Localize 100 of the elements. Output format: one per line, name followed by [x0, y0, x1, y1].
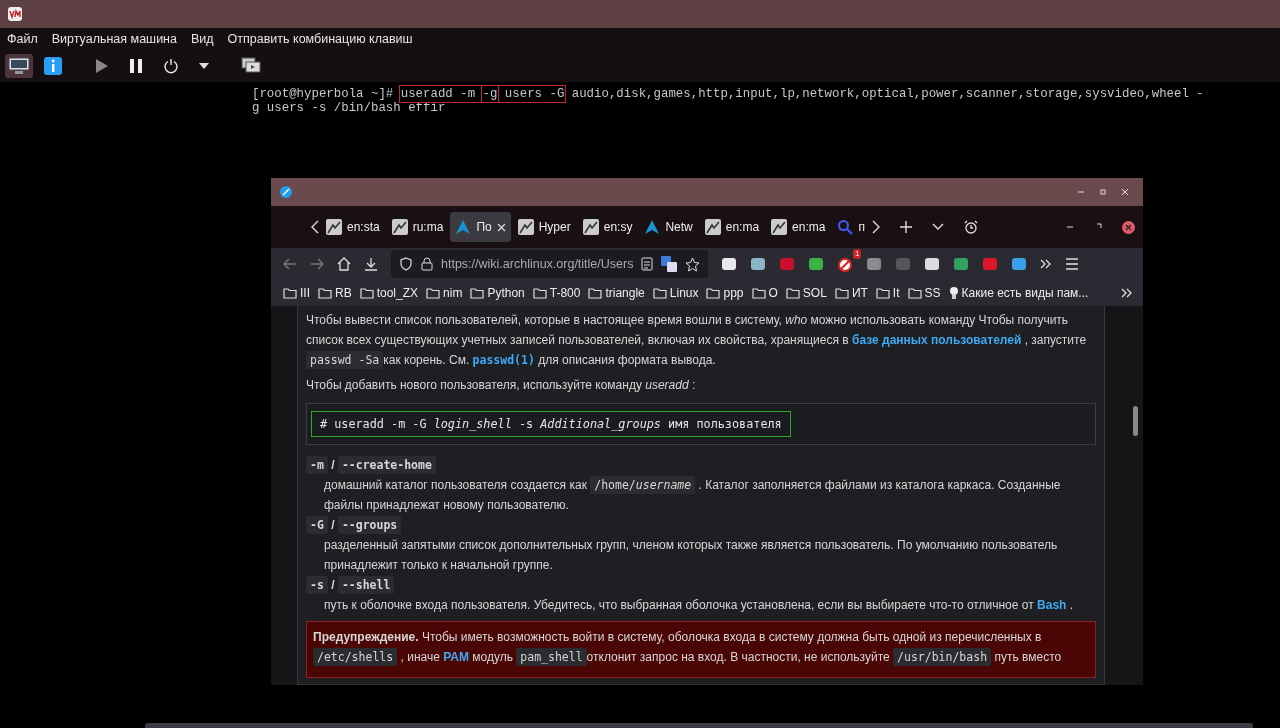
- app-logo-icon: [8, 7, 22, 21]
- minimize-icon[interactable]: [1077, 188, 1085, 196]
- page-icon: [771, 219, 788, 235]
- link[interactable]: passwd(1): [472, 353, 535, 367]
- terminal-text: audio,disk,games,http,input,lp,network,optical,power,scanner,storage,sysvideo,wheel -: [570, 87, 1204, 101]
- bookmark[interactable]: III: [283, 286, 310, 300]
- caret-icon[interactable]: [199, 63, 209, 69]
- inline-code: -m: [306, 456, 328, 474]
- minimize-icon[interactable]: [1066, 223, 1074, 231]
- browser-tab[interactable]: en:sta: [321, 212, 385, 242]
- link[interactable]: Bash: [1037, 598, 1067, 612]
- scrollbar[interactable]: [145, 723, 1253, 728]
- terminal-text: useradd -m: [400, 87, 477, 101]
- bookmark[interactable]: O: [751, 286, 778, 300]
- bookmark[interactable]: ppp: [706, 286, 744, 300]
- download-icon[interactable]: [364, 257, 378, 271]
- folder-icon: [318, 287, 332, 299]
- folder-icon: [426, 287, 441, 299]
- warning-text: Предупреждение. Чтобы иметь возможность войти в систему, оболочка входа в систему должна быть одной из перечисленных в /etc/shells , иначе PAM модуль pam_shell отклонит запрос на вход. В частности, не используйте /usr/bin/bash путь вместо: [313, 629, 1063, 667]
- bookmark[interactable]: Python: [470, 286, 525, 300]
- scrollbar[interactable]: [1133, 406, 1138, 436]
- terminal-text: users -G: [503, 87, 565, 101]
- restore-icon[interactable]: [1094, 223, 1102, 231]
- browser-tab[interactable]: en:sy: [577, 212, 638, 242]
- highlighted-command: # useradd -m -G login_shell -s Additional_groups имя пользователя: [311, 411, 791, 437]
- highlighted-option: -g: [482, 87, 498, 101]
- folder-icon: [283, 287, 297, 299]
- console-view-button[interactable]: [5, 54, 33, 78]
- monitor-icon: [8, 57, 30, 75]
- bookmark[interactable]: RB: [318, 286, 352, 300]
- menu-item[interactable]: Виртуальная машина: [51, 32, 177, 46]
- close-icon[interactable]: [496, 222, 506, 232]
- browser-tab[interactable]: Hyper: [512, 212, 576, 242]
- bookmark[interactable]: tool_ZX: [359, 286, 419, 300]
- terminal-text: [root@hyperbola ~]#: [252, 87, 395, 101]
- menu-item[interactable]: Отправить комбинацию клавиш: [227, 32, 413, 46]
- option-term: -G / --groups: [306, 515, 1096, 535]
- triangle-icon: [455, 219, 472, 235]
- option-term: -m / --create-home: [306, 455, 1096, 475]
- paragraph: Чтобы вывести список пользователей, которые в настоящее время вошли в систему, who можно использовать команду Чтобы получить список всех существующих учетных записей пользователей, включая их свойства, хранящиеся в базе данных пользователей , запустите passwd -Sa как корень. См. passwd(1) для описания формата вывода.: [306, 312, 1088, 370]
- play-icon[interactable]: [95, 58, 109, 74]
- power-icon[interactable]: [163, 58, 179, 74]
- lock-icon[interactable]: [421, 257, 433, 271]
- browser-tab[interactable]: en:ma: [766, 212, 831, 242]
- star-icon[interactable]: [685, 256, 701, 272]
- bookmark[interactable]: nim: [426, 286, 463, 300]
- back-icon[interactable]: [283, 258, 297, 270]
- translate-icon[interactable]: [661, 256, 678, 272]
- overflow-icon[interactable]: [1040, 259, 1053, 269]
- bookmark[interactable]: SS: [907, 286, 941, 300]
- new-tab-icon[interactable]: [899, 221, 912, 233]
- option-description: домашний каталог пользователя создается как /home/username . Каталог заполняется файлами из каталога каркаса. Созданные файлы принадлежат новому пользователю.: [324, 475, 1062, 514]
- bookmark[interactable]: It: [875, 286, 900, 300]
- inline-code: -s: [306, 576, 328, 594]
- lightbulb-icon: [948, 286, 959, 300]
- close-icon[interactable]: [1122, 220, 1135, 234]
- folder-icon: [359, 287, 374, 299]
- inline-code: /usr/bin/bash: [893, 648, 992, 666]
- inline-code: /home/username: [590, 476, 696, 494]
- forward-icon[interactable]: [310, 258, 324, 270]
- home-icon[interactable]: [337, 257, 351, 271]
- alarm-clock-icon[interactable]: [963, 220, 978, 234]
- link[interactable]: PAM: [443, 650, 469, 664]
- menu-item[interactable]: Вид: [191, 32, 214, 46]
- close-icon[interactable]: [1121, 188, 1129, 196]
- chevron-right-icon[interactable]: [871, 220, 880, 234]
- blocked-icon[interactable]: [837, 256, 854, 272]
- bookmark[interactable]: Linux: [652, 286, 699, 300]
- inline-code: /etc/shells: [313, 648, 398, 666]
- inline-code: -G: [306, 516, 328, 534]
- triangle-icon: [644, 219, 661, 235]
- screens-icon[interactable]: [241, 57, 261, 75]
- menu-item[interactable]: Файл: [7, 32, 38, 46]
- info-icon: [44, 57, 62, 75]
- bookmark[interactable]: SOL: [785, 286, 827, 300]
- overflow-icon[interactable]: [1121, 288, 1133, 298]
- bookmark[interactable]: Какие есть виды пам...: [948, 286, 1089, 300]
- chevron-left-icon[interactable]: [311, 220, 319, 234]
- folder-icon: [751, 287, 766, 299]
- pause-icon[interactable]: [129, 58, 143, 74]
- maximize-icon[interactable]: [1099, 188, 1107, 196]
- link[interactable]: базе данных пользователей: [852, 333, 1022, 347]
- folder-icon: [706, 287, 721, 299]
- menu-icon[interactable]: [1065, 258, 1080, 270]
- browser-tab[interactable]: Netw: [639, 212, 698, 242]
- address-field[interactable]: https://wiki.archlinux.org/title/Users: [391, 250, 709, 278]
- page-icon: [326, 219, 342, 235]
- bookmark[interactable]: triangle: [588, 286, 645, 300]
- browser-tab[interactable]: ru:ma: [386, 212, 449, 242]
- option-description: путь к оболочке входа пользователя. Убедитесь, что выбранная оболочка установлена, если вы выбираете что-то отличное от Bash .: [324, 597, 1075, 614]
- browser-tab[interactable]: п: [832, 212, 870, 242]
- inline-code: pam_shell: [516, 648, 587, 666]
- chevron-down-icon[interactable]: [931, 223, 944, 231]
- reader-icon[interactable]: [641, 257, 654, 271]
- option-description: разделенный запятыми список дополнительных групп, членом которых также является пользователь. По умолчанию пользователь принадлежит только к начальной группе.: [324, 537, 1059, 574]
- bookmark[interactable]: T-800: [532, 286, 581, 300]
- browser-tab[interactable]: en:ma: [699, 212, 765, 242]
- bookmark[interactable]: ИТ: [834, 286, 868, 300]
- option-term: -s / --shell: [306, 575, 1096, 595]
- browser-tab[interactable]: По: [450, 212, 511, 242]
